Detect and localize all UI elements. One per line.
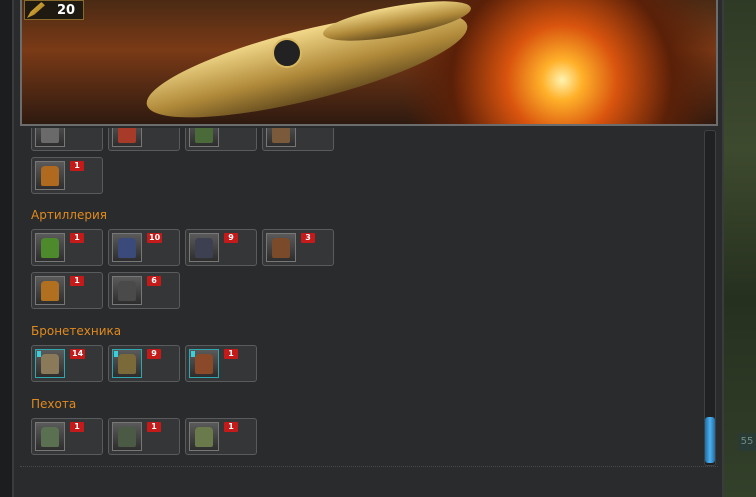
unit-count: 1 bbox=[147, 422, 161, 432]
side-value: 55 bbox=[738, 433, 756, 451]
scroll-thumb[interactable] bbox=[705, 417, 715, 463]
unit-count: 1 bbox=[70, 422, 84, 432]
unit-card[interactable]: 3 bbox=[262, 229, 334, 266]
unit-count: 14 bbox=[70, 349, 86, 359]
section-title-armor: Бронетехника bbox=[31, 324, 122, 338]
level-number: 20 bbox=[57, 2, 76, 18]
blue-mech-icon bbox=[118, 238, 136, 258]
mech-orange-icon bbox=[41, 166, 59, 186]
unit-count: 9 bbox=[147, 349, 161, 359]
unit-card[interactable]: 10 bbox=[108, 229, 180, 266]
sword-icon bbox=[27, 2, 45, 18]
mech-dark-icon bbox=[41, 128, 59, 143]
tank-icon bbox=[118, 354, 136, 374]
unit-count: 1 bbox=[224, 349, 238, 359]
orange-mech-icon bbox=[41, 281, 59, 301]
unit-count: 1 bbox=[70, 276, 84, 286]
mech-red-icon bbox=[118, 128, 136, 143]
radiation-icon bbox=[272, 38, 302, 68]
unit-card[interactable] bbox=[31, 128, 103, 151]
gray-mech-icon bbox=[118, 281, 136, 301]
unit-count: 9 bbox=[224, 233, 238, 243]
unit-card[interactable]: 6 bbox=[108, 272, 180, 309]
unit-card[interactable] bbox=[185, 128, 257, 151]
unit-card[interactable] bbox=[108, 128, 180, 151]
apc-icon bbox=[195, 354, 213, 374]
soldier-icon bbox=[41, 427, 59, 447]
unit-card[interactable] bbox=[262, 128, 334, 151]
robot-icon bbox=[195, 427, 213, 447]
unit-card[interactable]: 1 bbox=[31, 157, 103, 194]
vertical-scrollbar[interactable] bbox=[704, 130, 716, 466]
unit-count: 1 bbox=[70, 233, 84, 243]
unit-card[interactable]: 1 bbox=[185, 345, 257, 382]
dark-mech-icon bbox=[195, 238, 213, 258]
section-title-artillery: Артиллерия bbox=[31, 208, 107, 222]
brown-mech-icon bbox=[272, 238, 290, 258]
unit-card[interactable]: 1 bbox=[31, 272, 103, 309]
background-map-strip: 55 bbox=[724, 0, 756, 497]
unit-card[interactable]: 1 bbox=[31, 229, 103, 266]
unit-count: 3 bbox=[301, 233, 315, 243]
unit-card[interactable]: 1 bbox=[185, 418, 257, 455]
buggy-icon bbox=[41, 354, 59, 374]
green-walker-icon bbox=[41, 238, 59, 258]
mech-green-icon bbox=[195, 128, 213, 143]
level-badge: 20 bbox=[24, 0, 84, 20]
unit-card[interactable]: 1 bbox=[108, 418, 180, 455]
section-title-infantry: Пехота bbox=[31, 397, 77, 411]
unit-count: 1 bbox=[70, 161, 84, 171]
unit-count: 10 bbox=[147, 233, 163, 243]
soldier-heavy-icon bbox=[118, 427, 136, 447]
units-list: 1 Артиллерия 1 10 9 3 1 6 Бронетехника 1… bbox=[20, 128, 698, 466]
unit-card[interactable]: 9 bbox=[108, 345, 180, 382]
unit-card[interactable]: 14 bbox=[31, 345, 103, 382]
panel-footer bbox=[20, 466, 718, 477]
event-banner bbox=[20, 0, 718, 126]
unit-card[interactable]: 1 bbox=[31, 418, 103, 455]
mech-brown-icon bbox=[272, 128, 290, 143]
unit-count: 1 bbox=[224, 422, 238, 432]
unit-count: 6 bbox=[147, 276, 161, 286]
unit-card[interactable]: 9 bbox=[185, 229, 257, 266]
